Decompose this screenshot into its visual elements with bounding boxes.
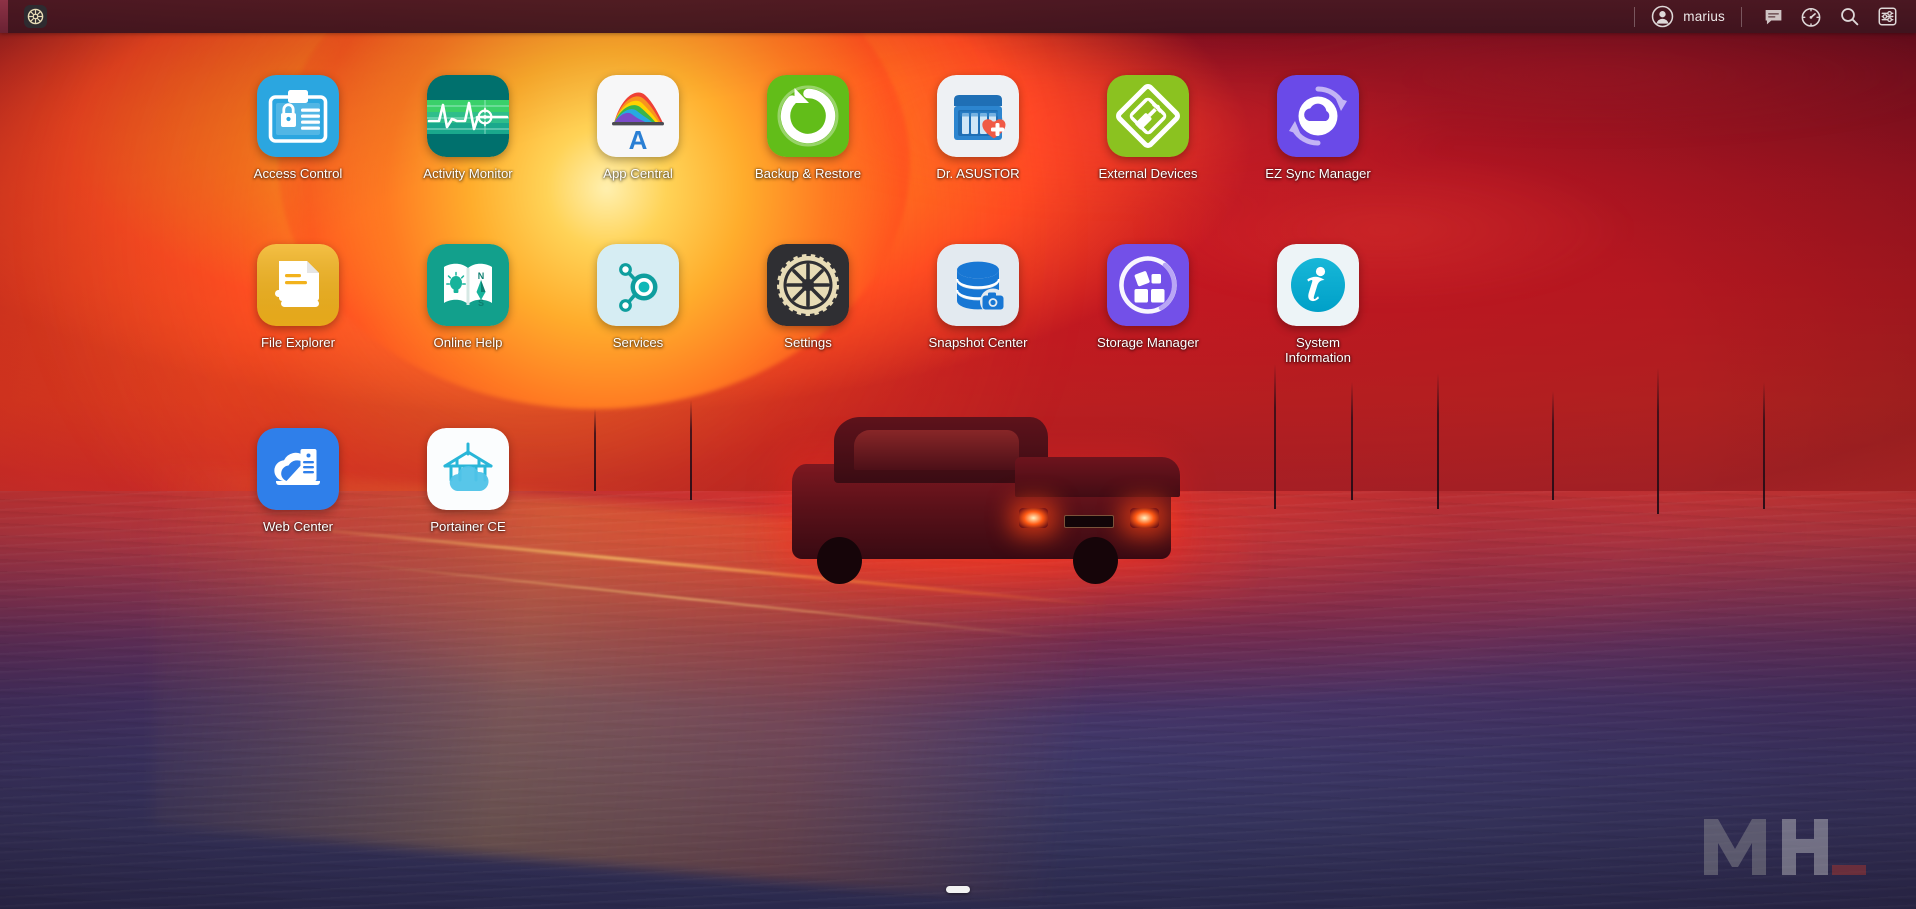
app-label: File Explorer xyxy=(260,335,336,350)
file-explorer-icon xyxy=(257,244,339,326)
app-ez-sync-manager[interactable]: EZ Sync Manager xyxy=(1233,75,1403,181)
app-backup-restore[interactable]: Backup & Restore xyxy=(723,75,893,181)
user-menu[interactable]: marius xyxy=(1647,5,1729,28)
system-information-icon xyxy=(1277,244,1359,326)
svg-text:N: N xyxy=(478,271,485,281)
app-settings[interactable]: Settings xyxy=(723,244,893,365)
snapshot-center-icon xyxy=(937,244,1019,326)
app-services[interactable]: Services xyxy=(553,244,723,365)
app-label: EZ Sync Manager xyxy=(1265,166,1371,181)
ez-sync-manager-icon xyxy=(1277,75,1359,157)
app-label: Settings xyxy=(784,335,832,350)
app-file-explorer[interactable]: File Explorer xyxy=(213,244,383,365)
app-system-information[interactable]: System Information xyxy=(1233,244,1403,365)
app-label: App Central xyxy=(603,166,673,181)
portainer-ce-icon xyxy=(427,428,509,510)
app-row-3: Web Center Portainer CE xyxy=(0,428,1916,534)
app-label: Access Control xyxy=(253,166,343,181)
app-portainer-ce[interactable]: Portainer CE xyxy=(383,428,553,534)
backup-restore-icon xyxy=(767,75,849,157)
search-icon[interactable] xyxy=(1830,0,1868,33)
user-name-label: marius xyxy=(1683,9,1725,24)
online-help-icon: N S xyxy=(427,244,509,326)
web-center-icon xyxy=(257,428,339,510)
app-central-icon: A xyxy=(597,75,679,157)
app-label: Activity Monitor xyxy=(423,166,513,181)
app-dr-asustor[interactable]: Dr. ASUSTOR xyxy=(893,75,1063,181)
taskbar-left-group xyxy=(0,5,47,28)
taskbar-divider xyxy=(1741,6,1742,27)
access-control-icon xyxy=(257,75,339,157)
services-icon xyxy=(597,244,679,326)
taskbar-right-group: marius xyxy=(1622,0,1916,33)
notifications-chat-icon[interactable] xyxy=(1754,0,1792,33)
app-activity-monitor[interactable]: Activity Monitor xyxy=(383,75,553,181)
app-row-1: Access Control Activity Monitor A App Ce… xyxy=(0,75,1916,181)
app-label: Web Center xyxy=(262,519,334,534)
desktop-app-grid: Access Control Activity Monitor A App Ce… xyxy=(0,33,1916,909)
page-indicator xyxy=(946,886,970,893)
app-label: Snapshot Center xyxy=(928,335,1028,350)
app-external-devices[interactable]: External Devices xyxy=(1063,75,1233,181)
svg-text:A: A xyxy=(629,125,648,155)
top-taskbar: marius xyxy=(0,0,1916,33)
app-label: Storage Manager xyxy=(1097,335,1199,350)
quick-settings-icon[interactable] xyxy=(1868,0,1906,33)
app-label: System Information xyxy=(1285,335,1351,365)
app-snapshot-center[interactable]: Snapshot Center xyxy=(893,244,1063,365)
user-avatar-icon xyxy=(1651,5,1674,28)
storage-manager-icon xyxy=(1107,244,1189,326)
app-label: Dr. ASUSTOR xyxy=(936,166,1020,181)
app-label: Services xyxy=(612,335,664,350)
app-storage-manager[interactable]: Storage Manager xyxy=(1063,244,1233,365)
system-monitor-gauge-icon[interactable] xyxy=(1792,0,1830,33)
dr-asustor-icon xyxy=(937,75,1019,157)
app-online-help[interactable]: N S Online Help xyxy=(383,244,553,365)
external-devices-icon xyxy=(1107,75,1189,157)
app-row-2: File Explorer N S Online Help Services S… xyxy=(0,244,1916,365)
app-app-central[interactable]: A App Central xyxy=(553,75,723,181)
app-label: External Devices xyxy=(1098,166,1198,181)
app-web-center[interactable]: Web Center xyxy=(213,428,383,534)
app-label: Online Help xyxy=(433,335,503,350)
taskbar-divider xyxy=(1634,6,1636,27)
activity-monitor-icon xyxy=(427,75,509,157)
app-label: Backup & Restore xyxy=(754,166,862,181)
page-dot-1[interactable] xyxy=(946,886,970,893)
settings-icon xyxy=(767,244,849,326)
app-label: Portainer CE xyxy=(430,519,506,534)
asustor-gear-logo-icon[interactable] xyxy=(24,5,47,28)
app-access-control[interactable]: Access Control xyxy=(213,75,383,181)
